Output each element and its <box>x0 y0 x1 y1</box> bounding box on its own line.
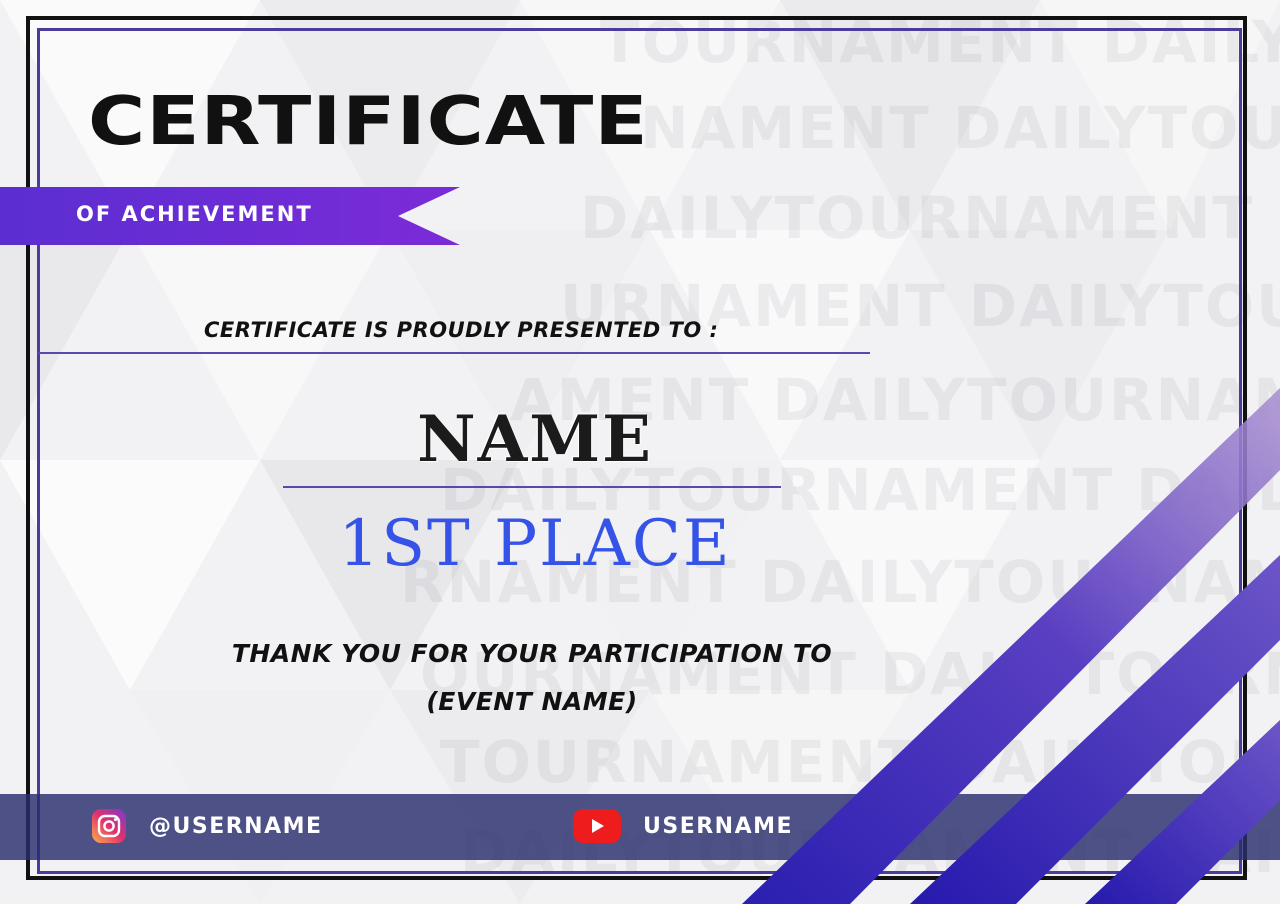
youtube-username: USERNAME <box>643 813 794 839</box>
youtube-icon <box>573 809 621 843</box>
presented-to-text: CERTIFICATE IS PROUDLY PRESENTED TO : <box>204 318 719 342</box>
event-name: (EVENT NAME) <box>426 687 638 716</box>
placement-text: 1ST PLACE <box>338 507 732 581</box>
thanks-message: THANK YOU FOR YOUR PARTICIPATION TO (EVE… <box>0 630 1064 726</box>
certificate-title: CERTIFICATE <box>88 82 649 161</box>
recipient-name: NAME <box>417 402 653 477</box>
instagram-handle[interactable]: @USERNAME <box>91 808 323 844</box>
name-underline <box>283 486 781 488</box>
youtube-handle[interactable]: USERNAME <box>573 809 793 843</box>
thanks-line: THANK YOU FOR YOUR PARTICIPATION TO <box>231 639 833 668</box>
instagram-username: @USERNAME <box>149 813 323 839</box>
divider-line <box>38 352 870 354</box>
certificate-subtitle: OF ACHIEVEMENT <box>76 202 313 226</box>
instagram-icon <box>92 809 126 843</box>
